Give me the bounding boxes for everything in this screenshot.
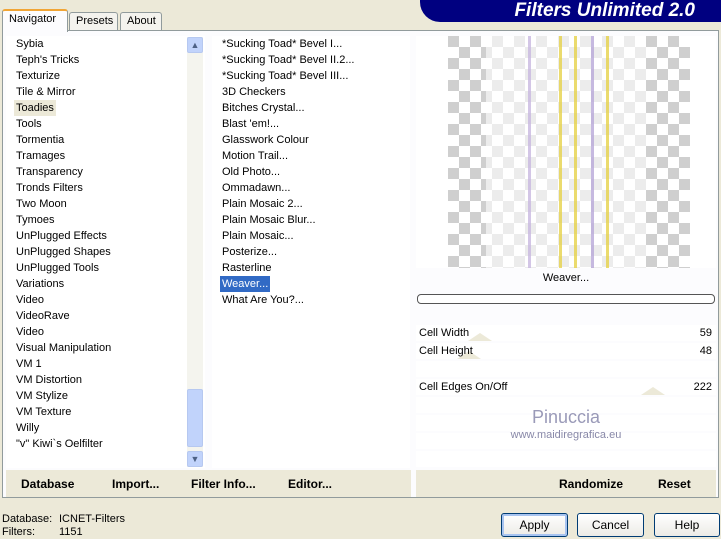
category-item[interactable]: Toadies	[14, 100, 56, 116]
filter-item[interactable]: Posterize...	[220, 244, 279, 260]
filter-info-button[interactable]: Filter Info...	[191, 477, 256, 491]
category-item[interactable]: Tronds Filters	[14, 180, 85, 196]
category-item[interactable]: VM Distortion	[14, 372, 84, 388]
category-item[interactable]: VM 1	[14, 356, 44, 372]
reset-button[interactable]: Reset	[658, 477, 691, 491]
param-slider[interactable]: Cell Width 59	[416, 325, 716, 341]
filter-item[interactable]: *Sucking Toad* Bevel III...	[220, 68, 350, 84]
filter-item[interactable]: Rasterline	[220, 260, 274, 276]
editor-button[interactable]: Editor...	[288, 477, 332, 491]
filter-item[interactable]: Plain Mosaic 2...	[220, 196, 305, 212]
tab-about[interactable]: About	[120, 12, 162, 31]
filter-name-label: Weaver...	[542, 272, 590, 284]
param-value: 48	[699, 345, 712, 357]
filter-item[interactable]: Ommadawn...	[220, 180, 292, 196]
filter-item[interactable]: Weaver...	[220, 276, 271, 292]
app-title-banner: Filters Unlimited 2.0	[420, 0, 721, 22]
category-item[interactable]: Transparency	[14, 164, 85, 180]
param-slider[interactable]: Cell Edges On/Off 222	[416, 379, 716, 395]
tab-presets[interactable]: Presets	[69, 12, 118, 31]
category-item[interactable]: Variations	[14, 276, 66, 292]
category-scrollbar[interactable]: ▲ ▼	[187, 37, 203, 467]
scroll-thumb[interactable]	[187, 389, 203, 447]
category-item[interactable]: Video	[14, 292, 46, 308]
filter-item[interactable]: Motion Trail...	[220, 148, 290, 164]
filter-item[interactable]: What Are You?...	[220, 292, 306, 308]
filter-item[interactable]: *Sucking Toad* Bevel II.2...	[220, 52, 357, 68]
category-item[interactable]: Tile & Mirror	[14, 84, 77, 100]
category-item[interactable]: "v" Kiwi`s Oelfilter	[14, 436, 105, 452]
watermark-name: Pinuccia	[531, 407, 601, 427]
category-item[interactable]: Sybia	[14, 36, 46, 52]
filter-item[interactable]: 3D Checkers	[220, 84, 288, 100]
cancel-button[interactable]: Cancel	[577, 513, 644, 537]
param-slider[interactable]: Cell Height 48	[416, 343, 716, 359]
category-item[interactable]: Tramages	[14, 148, 67, 164]
preview-image	[416, 36, 716, 278]
param-value: 222	[693, 381, 712, 393]
scroll-down-icon[interactable]: ▼	[187, 451, 203, 467]
category-item[interactable]: Teph's Tricks	[14, 52, 81, 68]
category-item[interactable]: Willy	[14, 420, 41, 436]
filter-item[interactable]: Plain Mosaic Blur...	[220, 212, 318, 228]
database-label: Database:	[2, 513, 53, 525]
param-label: Cell Height	[419, 345, 473, 357]
filter-item[interactable]: Bitches Crystal...	[220, 100, 307, 116]
filter-item[interactable]: Glasswork Colour	[220, 132, 311, 148]
category-item[interactable]: UnPlugged Tools	[14, 260, 101, 276]
help-button[interactable]: Help	[654, 513, 720, 537]
category-list[interactable]: Sybia Teph's Tricks Texturize Tile & Mirror…	[6, 36, 205, 468]
filter-item[interactable]: Old Photo...	[220, 164, 282, 180]
watermark-url: www.maidiregrafica.eu	[510, 429, 622, 441]
filters-label: Filters:	[2, 526, 35, 538]
category-item[interactable]: Tymoes	[14, 212, 57, 228]
randomize-button[interactable]: Randomize	[559, 477, 623, 491]
category-item[interactable]: Tormentia	[14, 132, 66, 148]
filter-item[interactable]: Plain Mosaic...	[220, 228, 296, 244]
category-item[interactable]: UnPlugged Effects	[14, 228, 109, 244]
category-item[interactable]: UnPlugged Shapes	[14, 244, 113, 260]
param-label: Cell Edges On/Off	[419, 381, 508, 393]
category-item[interactable]: Texturize	[14, 68, 62, 84]
filter-item[interactable]: *Sucking Toad* Bevel I...	[220, 36, 344, 52]
slider-thumb[interactable]	[468, 333, 493, 341]
category-item[interactable]: Video	[14, 324, 46, 340]
category-item[interactable]: VideoRave	[14, 308, 72, 324]
param-label: Cell Width	[419, 327, 470, 339]
category-item[interactable]: VM Texture	[14, 404, 73, 420]
database-button[interactable]: Database	[21, 477, 74, 491]
category-item[interactable]: VM Stylize	[14, 388, 70, 404]
tab-navigator[interactable]: Navigator	[2, 9, 68, 32]
filter-item[interactable]: Blast 'em!...	[220, 116, 281, 132]
param-value: 59	[699, 327, 712, 339]
progress-bar	[417, 294, 715, 304]
category-item[interactable]: Tools	[14, 116, 44, 132]
category-item[interactable]: Two Moon	[14, 196, 69, 212]
apply-button[interactable]: Apply	[501, 513, 568, 537]
category-item[interactable]: Visual Manipulation	[14, 340, 113, 356]
param-slider[interactable]	[416, 361, 716, 377]
database-value: ICNET-Filters	[59, 513, 125, 525]
filter-list[interactable]: *Sucking Toad* Bevel I... *Sucking Toad* …	[212, 36, 410, 468]
slider-thumb[interactable]	[641, 387, 666, 395]
filters-count: 1151	[59, 526, 83, 538]
import-button[interactable]: Import...	[112, 477, 159, 491]
scroll-up-icon[interactable]: ▲	[187, 37, 203, 53]
